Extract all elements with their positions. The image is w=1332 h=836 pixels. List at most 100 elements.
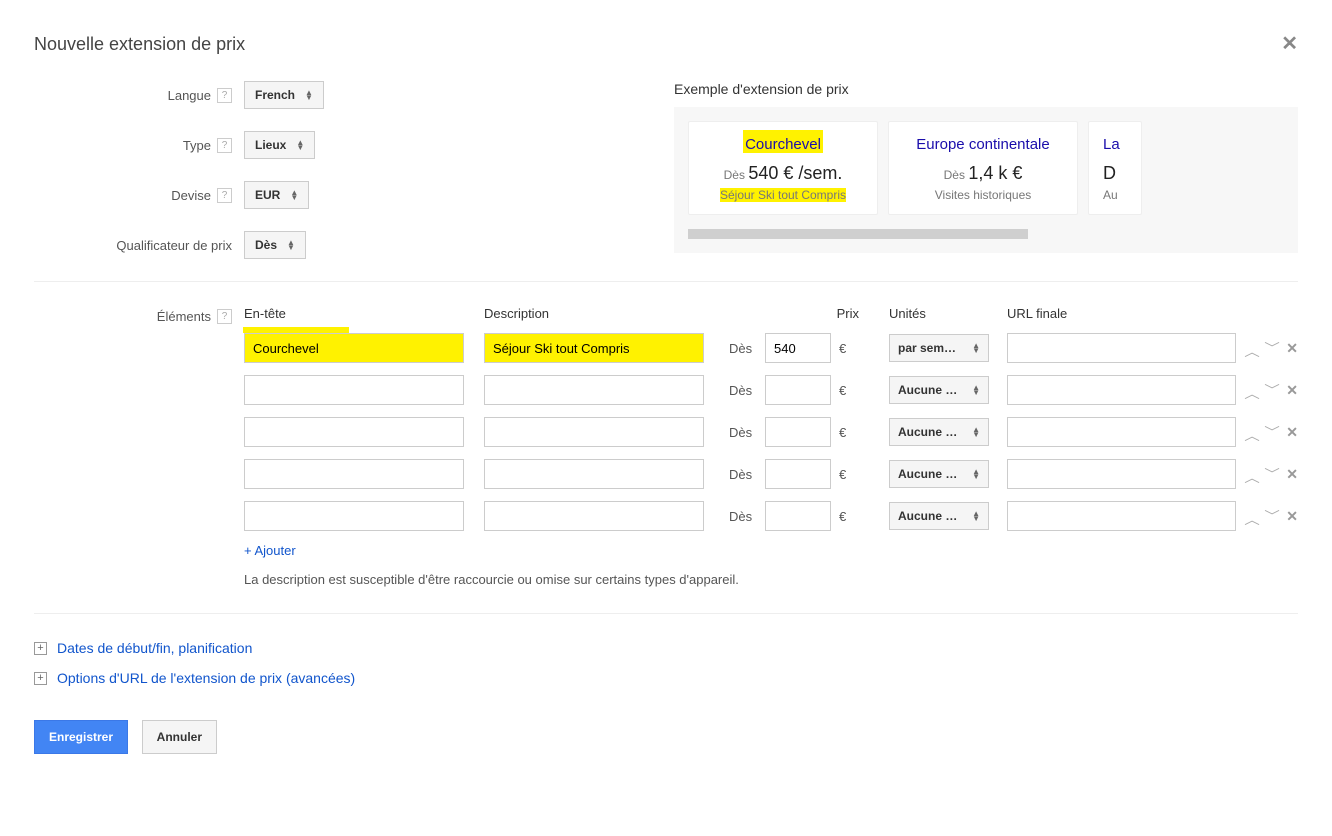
delete-row-icon[interactable] <box>1286 424 1298 441</box>
description-input[interactable] <box>484 333 704 363</box>
updown-icon <box>305 90 313 100</box>
element-row: Dès€Aucune … <box>34 417 1298 447</box>
col-header-header: En-tête <box>244 306 464 321</box>
units-value: Aucune … <box>898 425 957 439</box>
move-up-icon[interactable] <box>1246 466 1258 483</box>
col-header-url: URL finale <box>1007 306 1298 321</box>
updown-icon <box>972 343 980 353</box>
move-up-icon[interactable] <box>1246 340 1258 357</box>
move-down-icon[interactable] <box>1266 508 1278 525</box>
delete-row-icon[interactable] <box>1286 382 1298 399</box>
units-dropdown[interactable]: Aucune … <box>889 460 989 488</box>
add-element-link[interactable]: + Ajouter <box>244 543 296 558</box>
devise-dropdown[interactable]: EUR <box>244 181 309 209</box>
element-row: Dès€Aucune … <box>34 375 1298 405</box>
currency-symbol: € <box>839 341 846 356</box>
langue-value: French <box>255 88 295 102</box>
currency-symbol: € <box>839 383 846 398</box>
help-icon[interactable]: ? <box>217 188 232 203</box>
qualificateur-dropdown[interactable]: Dès <box>244 231 306 259</box>
preview-card-header: Europe continentale <box>903 136 1063 153</box>
expander-dates[interactable]: Dates de début/fin, planification <box>57 640 252 656</box>
element-row: Dès € par sem… <box>34 333 1298 363</box>
description-input[interactable] <box>484 459 704 489</box>
preview-scrollbar[interactable] <box>688 229 1028 239</box>
elements-label: Éléments <box>157 309 211 324</box>
url-input[interactable] <box>1007 333 1236 363</box>
dialog-title: Nouvelle extension de prix <box>34 34 245 55</box>
url-input[interactable] <box>1007 459 1236 489</box>
units-dropdown[interactable]: Aucune … <box>889 418 989 446</box>
currency-symbol: € <box>839 509 846 524</box>
preview-card: Courchevel Dès 540 € /sem. Séjour Ski tout… <box>688 121 878 215</box>
save-button[interactable]: Enregistrer <box>34 720 128 754</box>
preview-card-price: Dès 1,4 k € <box>903 163 1063 184</box>
move-up-icon[interactable] <box>1246 508 1258 525</box>
langue-label: Langue <box>168 88 211 103</box>
header-input[interactable] <box>244 417 464 447</box>
currency-symbol: € <box>839 467 846 482</box>
price-input[interactable] <box>765 417 831 447</box>
price-input[interactable] <box>765 333 831 363</box>
move-up-icon[interactable] <box>1246 382 1258 399</box>
move-down-icon[interactable] <box>1266 340 1278 357</box>
expander-url-options[interactable]: Options d'URL de l'extension de prix (av… <box>57 670 355 686</box>
preview-card-desc: Séjour Ski tout Compris <box>703 188 863 202</box>
close-icon[interactable]: ✕ <box>1281 34 1298 54</box>
updown-icon <box>972 385 980 395</box>
header-input[interactable] <box>244 375 464 405</box>
langue-dropdown[interactable]: French <box>244 81 324 109</box>
move-down-icon[interactable] <box>1266 466 1278 483</box>
units-value: par sem… <box>898 341 956 355</box>
units-value: Aucune … <box>898 383 957 397</box>
price-input[interactable] <box>765 459 831 489</box>
type-label: Type <box>183 138 211 153</box>
units-value: Aucune … <box>898 509 957 523</box>
preview-card-price: Dès 540 € /sem. <box>703 163 863 184</box>
type-dropdown[interactable]: Lieux <box>244 131 315 159</box>
preview-card-price: D <box>1103 163 1127 184</box>
help-icon[interactable]: ? <box>217 138 232 153</box>
header-input[interactable] <box>244 333 464 363</box>
updown-icon <box>972 427 980 437</box>
price-qualifier: Dès <box>729 509 757 524</box>
url-input[interactable] <box>1007 417 1236 447</box>
updown-icon <box>972 511 980 521</box>
preview-card-header: La <box>1103 136 1127 153</box>
price-input[interactable] <box>765 501 831 531</box>
units-dropdown[interactable]: Aucune … <box>889 376 989 404</box>
expand-plus-icon[interactable]: + <box>34 642 47 655</box>
cancel-button[interactable]: Annuler <box>142 720 217 754</box>
preview-card-desc: Visites historiques <box>903 188 1063 202</box>
expand-plus-icon[interactable]: + <box>34 672 47 685</box>
preview-card-header: Courchevel <box>703 136 863 153</box>
price-qualifier: Dès <box>729 341 757 356</box>
move-down-icon[interactable] <box>1266 424 1278 441</box>
header-input[interactable] <box>244 501 464 531</box>
units-value: Aucune … <box>898 467 957 481</box>
price-input[interactable] <box>765 375 831 405</box>
units-dropdown[interactable]: Aucune … <box>889 502 989 530</box>
url-input[interactable] <box>1007 375 1236 405</box>
help-icon[interactable]: ? <box>217 88 232 103</box>
updown-icon <box>287 240 295 250</box>
delete-row-icon[interactable] <box>1286 466 1298 483</box>
preview-card: La D Au <box>1088 121 1142 215</box>
url-input[interactable] <box>1007 501 1236 531</box>
move-up-icon[interactable] <box>1246 424 1258 441</box>
preview-card-desc: Au <box>1103 188 1127 202</box>
preview-title: Exemple d'extension de prix <box>674 81 1298 97</box>
col-header-unites: Unités <box>889 306 989 321</box>
description-input[interactable] <box>484 375 704 405</box>
header-input[interactable] <box>244 459 464 489</box>
delete-row-icon[interactable] <box>1286 508 1298 525</box>
type-value: Lieux <box>255 138 286 152</box>
delete-row-icon[interactable] <box>1286 340 1298 357</box>
preview-card: Europe continentale Dès 1,4 k € Visites hi… <box>888 121 1078 215</box>
updown-icon <box>290 190 298 200</box>
description-input[interactable] <box>484 417 704 447</box>
units-dropdown[interactable]: par sem… <box>889 334 989 362</box>
move-down-icon[interactable] <box>1266 382 1278 399</box>
help-icon[interactable]: ? <box>217 309 232 324</box>
description-input[interactable] <box>484 501 704 531</box>
